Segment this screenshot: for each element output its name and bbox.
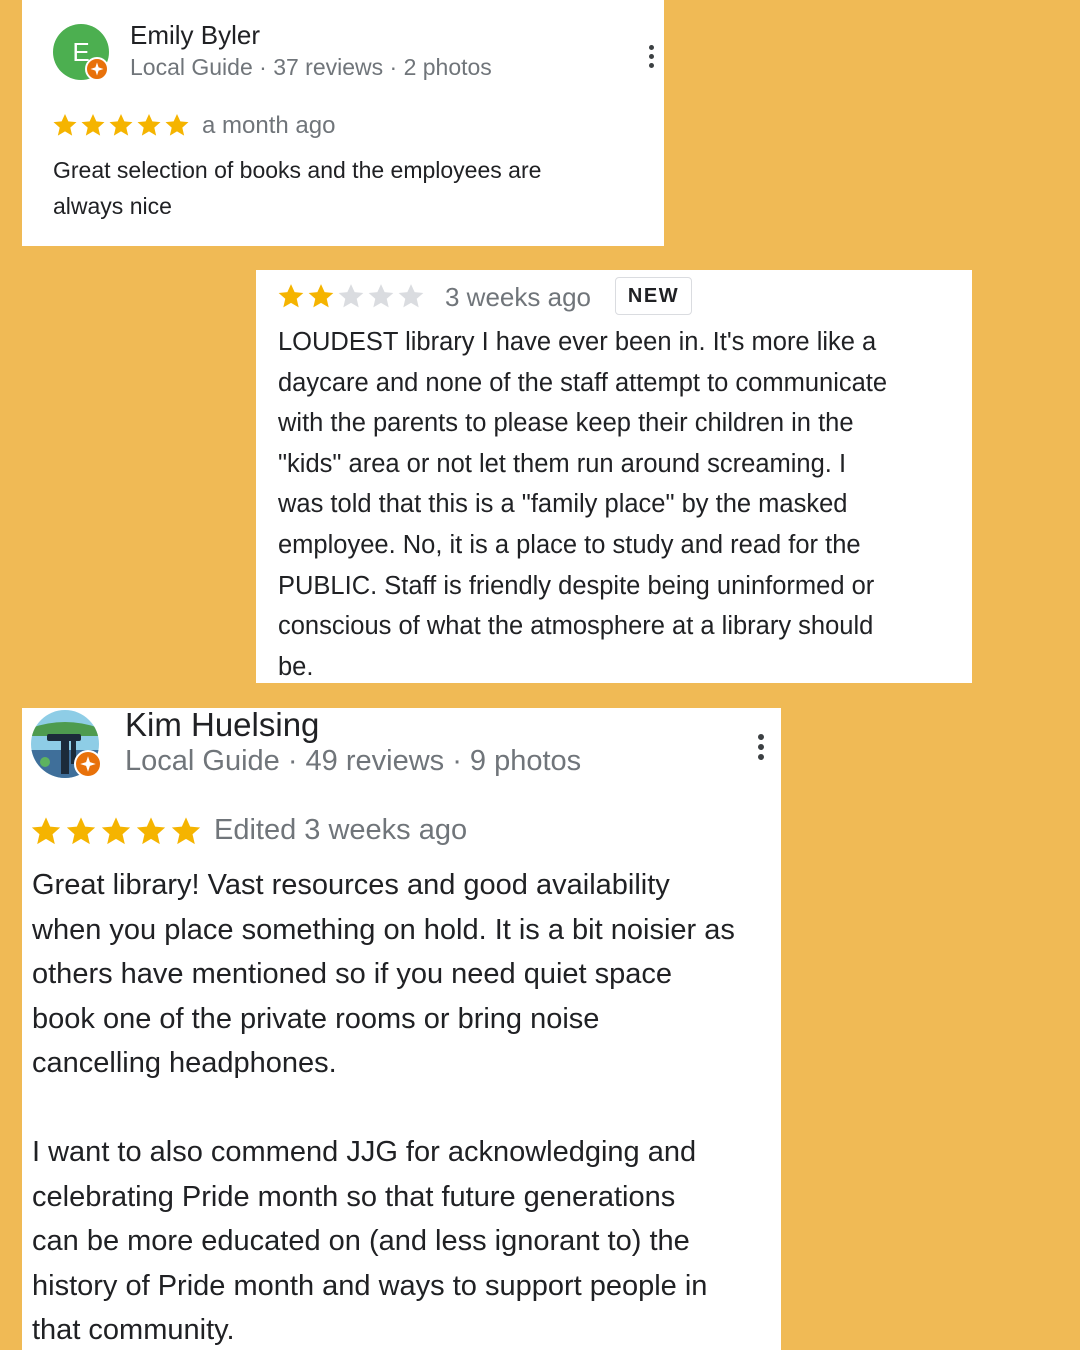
local-guide-badge-icon bbox=[74, 750, 102, 778]
review-text: Great selection of books and the employe… bbox=[53, 157, 542, 219]
star-rating bbox=[30, 815, 205, 847]
star-filled-icon bbox=[81, 113, 105, 136]
star-empty-icon bbox=[338, 284, 364, 308]
star-filled-icon bbox=[109, 113, 133, 136]
author-name[interactable]: Emily Byler bbox=[130, 20, 260, 51]
star-filled-icon bbox=[308, 284, 334, 308]
review-card-two-star: 3 weeks ago NEW LOUDEST library I have e… bbox=[256, 270, 972, 683]
star-empty-icon bbox=[398, 284, 424, 308]
review-time: Edited 3 weeks ago bbox=[214, 814, 468, 846]
star-filled-icon bbox=[137, 113, 161, 136]
star-filled-icon bbox=[31, 817, 61, 845]
author-name[interactable]: Kim Huelsing bbox=[125, 708, 319, 744]
review-text: Great library! Vast resources and good a… bbox=[32, 869, 735, 1346]
star-filled-icon bbox=[165, 113, 189, 136]
star-filled-icon bbox=[136, 817, 166, 845]
star-filled-icon bbox=[66, 817, 96, 845]
star-filled-icon bbox=[101, 817, 131, 845]
review-time: a month ago bbox=[202, 112, 336, 139]
author-meta[interactable]: Local Guide · 37 reviews · 2 photos bbox=[130, 54, 492, 81]
star-filled-icon bbox=[53, 113, 77, 136]
star-filled-icon bbox=[171, 817, 201, 845]
review-card-emily-byler: E Emily Byler Local Guide · 37 reviews ·… bbox=[22, 0, 664, 246]
review-text: LOUDEST library I have ever been in. It'… bbox=[278, 328, 888, 681]
star-rating bbox=[277, 282, 427, 310]
star-empty-icon bbox=[368, 284, 394, 308]
author-meta[interactable]: Local Guide · 49 reviews · 9 photos bbox=[125, 745, 581, 778]
local-guide-badge-icon bbox=[85, 57, 109, 81]
more-options-icon[interactable] bbox=[751, 732, 771, 766]
more-options-icon[interactable] bbox=[642, 42, 660, 72]
star-filled-icon bbox=[278, 284, 304, 308]
review-card-kim-huelsing: Kim Huelsing Local Guide · 49 reviews · … bbox=[22, 708, 781, 1350]
review-time: 3 weeks ago bbox=[445, 282, 591, 312]
star-rating bbox=[52, 112, 192, 138]
new-badge: NEW bbox=[615, 277, 692, 315]
